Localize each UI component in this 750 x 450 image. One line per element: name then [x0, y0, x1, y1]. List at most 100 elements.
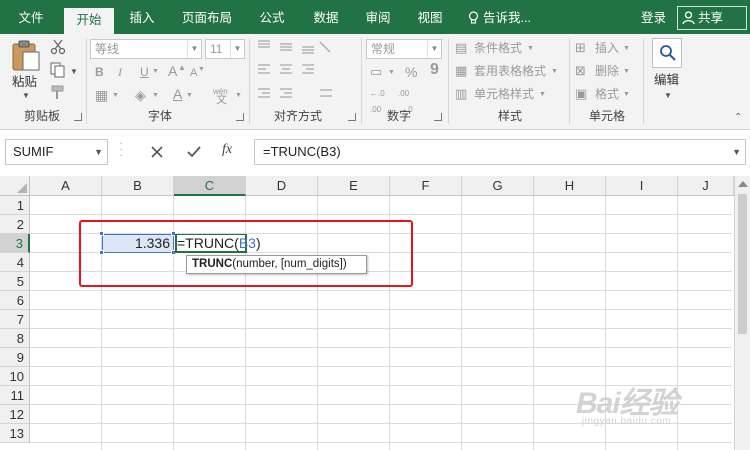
currency-icon[interactable]: ▭: [370, 64, 382, 80]
tab-file[interactable]: 文件: [4, 0, 58, 34]
column-header-a[interactable]: A: [30, 176, 102, 196]
font-name-combo[interactable]: 等线 ▼: [90, 39, 202, 59]
tab-insert[interactable]: 插入: [118, 0, 166, 34]
font-color-button[interactable]: A: [173, 86, 182, 102]
select-all-corner[interactable]: [0, 176, 30, 196]
fill-color-icon[interactable]: ◈: [135, 87, 146, 103]
column-header-c[interactable]: C: [174, 176, 246, 196]
formula-bar-splitter[interactable]: · · ·: [118, 139, 124, 161]
tab-view[interactable]: 视图: [406, 0, 454, 34]
cancel-icon[interactable]: [150, 145, 164, 159]
column-header-g[interactable]: G: [462, 176, 534, 196]
column-header-f[interactable]: F: [390, 176, 462, 196]
tab-data[interactable]: 数据: [302, 0, 350, 34]
borders-dropdown-icon[interactable]: ▼: [112, 88, 119, 104]
format-painter-icon[interactable]: [50, 85, 66, 101]
cut-icon[interactable]: [50, 39, 66, 55]
percent-button[interactable]: %: [405, 64, 417, 80]
font-size-combo[interactable]: 11 ▼: [205, 39, 245, 59]
row-header-2[interactable]: 2: [0, 215, 30, 234]
row-header-10[interactable]: 10: [0, 367, 30, 386]
row-header-12[interactable]: 12: [0, 405, 30, 424]
group-divider: [86, 38, 87, 124]
enter-check-icon[interactable]: [186, 145, 202, 159]
shrink-font-button[interactable]: A: [190, 65, 197, 81]
column-header-b[interactable]: B: [102, 176, 174, 196]
font-launcher[interactable]: [236, 113, 244, 121]
group-divider: [643, 38, 644, 124]
editing-button[interactable]: 编辑 ▼: [649, 38, 685, 104]
scroll-thumb[interactable]: [738, 194, 747, 334]
number-format-combo[interactable]: 常规 ▼: [366, 39, 442, 59]
chevron-down-icon: ▼: [664, 91, 672, 100]
cells-group-label: 单元格: [588, 109, 625, 123]
shrink-arrow-icon: ▼: [198, 66, 205, 73]
row-header-13[interactable]: 13: [0, 424, 30, 443]
row-header-3[interactable]: 3: [0, 234, 30, 253]
row-header-9[interactable]: 9: [0, 348, 30, 367]
chevron-down-icon: ▼: [623, 91, 630, 98]
tab-page-layout[interactable]: 页面布局: [173, 0, 241, 34]
column-header-e[interactable]: E: [318, 176, 390, 196]
insert-function-button[interactable]: fx: [222, 142, 232, 158]
number-launcher[interactable]: [434, 113, 442, 121]
borders-icon[interactable]: ▦: [95, 87, 108, 103]
copy-dropdown-icon[interactable]: ▼: [70, 64, 78, 80]
paste-button[interactable]: 粘贴 ▼: [8, 40, 44, 102]
column-header-j[interactable]: J: [678, 176, 734, 196]
cell-styles-button[interactable]: ▥ 单元格样式 ▼: [455, 85, 570, 105]
underline-button[interactable]: U: [140, 64, 149, 80]
fill-dropdown-icon[interactable]: ▼: [152, 88, 159, 104]
collapse-ribbon-icon[interactable]: ⌃: [734, 110, 742, 126]
vertical-scrollbar[interactable]: [734, 176, 750, 450]
column-header-h[interactable]: H: [534, 176, 606, 196]
alignment-launcher[interactable]: [348, 113, 356, 121]
alignment-icons[interactable]: [256, 38, 336, 106]
tab-formulas[interactable]: 公式: [248, 0, 296, 34]
chevron-down-icon[interactable]: ▼: [427, 40, 441, 58]
clipboard-launcher[interactable]: [74, 113, 82, 121]
chevron-down-icon[interactable]: ▼: [230, 40, 244, 58]
copy-icon[interactable]: [50, 62, 66, 78]
tell-me-search[interactable]: 告诉我...: [468, 0, 531, 34]
group-divider: [361, 38, 362, 124]
row-header-1[interactable]: 1: [0, 196, 30, 215]
tab-home[interactable]: 开始: [64, 8, 114, 34]
chevron-down-icon: ▼: [623, 45, 630, 52]
conditional-format-button[interactable]: ▤ 条件格式 ▼: [455, 39, 570, 59]
login-link[interactable]: 登录: [641, 0, 666, 34]
comma-style-button[interactable]: 9: [430, 62, 439, 78]
grow-font-button[interactable]: A: [168, 63, 177, 79]
row-header-8[interactable]: 8: [0, 329, 30, 348]
phonetic-dropdown-icon[interactable]: ▼: [235, 88, 242, 104]
column-header-i[interactable]: I: [606, 176, 678, 196]
name-box[interactable]: SUMIF ▼: [5, 139, 108, 165]
chevron-down-icon[interactable]: ▼: [187, 40, 201, 58]
row-header-11[interactable]: 11: [0, 386, 30, 405]
row-header-5[interactable]: 5: [0, 272, 30, 291]
share-label: 共享: [698, 11, 724, 25]
column-header-d[interactable]: D: [246, 176, 318, 196]
row-header-7[interactable]: 7: [0, 310, 30, 329]
insert-cells-button[interactable]: ⊞ 插入 ▼: [575, 39, 641, 59]
conditional-format-label: 条件格式: [474, 41, 523, 55]
format-as-table-button[interactable]: ▦ 套用表格格式 ▼: [455, 62, 570, 82]
formula-input[interactable]: =TRUNC(B3) ▼: [254, 139, 746, 165]
formula-text: =TRUNC(B3): [263, 144, 341, 159]
row-header-4[interactable]: 4: [0, 253, 30, 272]
expand-formula-icon[interactable]: ▼: [732, 140, 741, 164]
delete-cells-button[interactable]: ⊠ 删除 ▼: [575, 62, 641, 82]
chevron-down-icon[interactable]: ▼: [94, 140, 103, 164]
conditional-format-icon: ▤: [455, 40, 468, 55]
italic-button[interactable]: I: [118, 64, 122, 80]
font-size-value: 11: [210, 42, 223, 56]
font-color-dropdown-icon[interactable]: ▼: [186, 88, 193, 104]
share-button[interactable]: 共享: [677, 6, 747, 30]
bold-button[interactable]: B: [95, 64, 104, 80]
scroll-up-icon[interactable]: [738, 181, 748, 187]
tab-review[interactable]: 审阅: [356, 0, 400, 34]
currency-dropdown-icon[interactable]: ▼: [388, 65, 395, 81]
row-header-6[interactable]: 6: [0, 291, 30, 310]
underline-dropdown-icon[interactable]: ▼: [152, 64, 159, 80]
format-cells-button[interactable]: ▣ 格式 ▼: [575, 85, 641, 105]
